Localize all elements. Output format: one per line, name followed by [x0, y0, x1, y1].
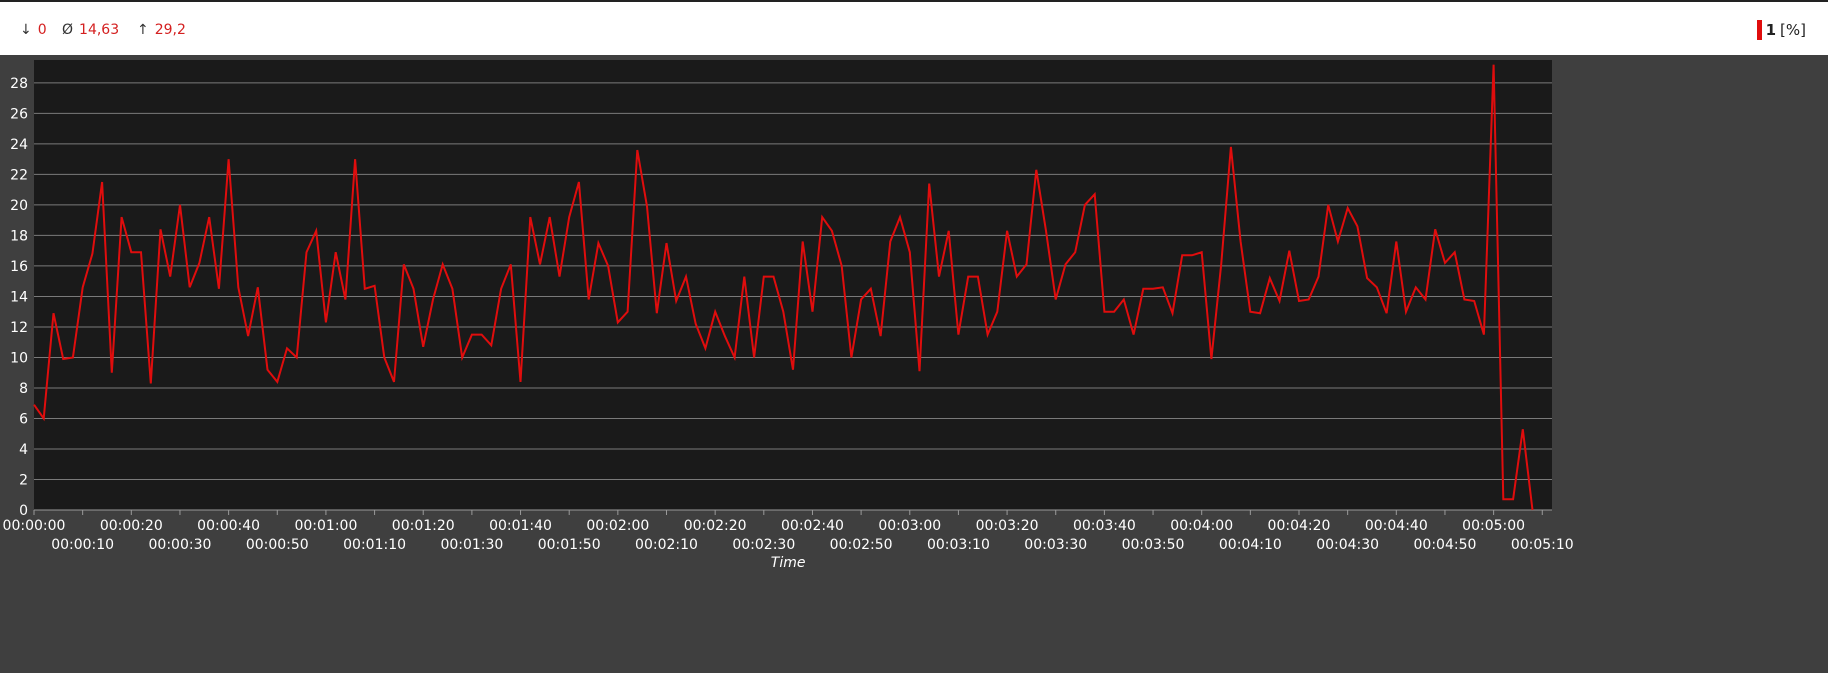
- x-tick-label: 00:00:50: [246, 537, 309, 553]
- x-tick-label: 00:00:10: [51, 537, 114, 553]
- y-tick-label: 18: [10, 228, 28, 244]
- x-tick-label: 00:01:30: [440, 537, 503, 553]
- legend-swatch: [1756, 20, 1762, 40]
- y-tick-label: 10: [10, 350, 28, 366]
- average-icon: Ø: [62, 22, 74, 38]
- y-tick-label: 12: [10, 320, 28, 336]
- x-tick-label: 00:03:30: [1024, 537, 1087, 553]
- line-chart[interactable]: 0246810121416182022242628 00:00:00 00:00:…: [0, 55, 1828, 673]
- plot-area: [34, 60, 1552, 510]
- x-tick-label: 00:02:30: [732, 537, 795, 553]
- x-tick-label: 00:03:40: [1073, 518, 1136, 534]
- x-tick-label: 00:00:20: [100, 518, 163, 534]
- x-tick-label: 00:02:40: [781, 518, 844, 534]
- x-tick-label: 00:01:40: [489, 518, 552, 534]
- y-tick-label: 20: [10, 198, 28, 214]
- x-tick-label: 00:03:00: [878, 518, 941, 534]
- avg-stat: Ø 14,63: [62, 22, 119, 38]
- x-tick-label: 00:04:00: [1170, 518, 1233, 534]
- y-tick-label: 22: [10, 167, 28, 183]
- y-tick-label: 2: [19, 472, 28, 488]
- x-tick-label: 00:05:10: [1511, 537, 1574, 553]
- max-value: 29,2: [154, 22, 186, 38]
- x-tick-label: 00:04:20: [1268, 518, 1331, 534]
- y-tick-label: 6: [19, 411, 28, 427]
- y-tick-label: 16: [10, 259, 28, 275]
- x-tick-label: 00:04:30: [1316, 537, 1379, 553]
- stats-bar: ↓ 0 Ø 14,63 ↑ 29,2 1 [%]: [0, 0, 1828, 55]
- y-tick-label: 28: [10, 76, 28, 92]
- x-tick-label: 00:04:40: [1365, 518, 1428, 534]
- x-axis: 00:00:00 00:00:20 00:00:40 00:01:00 00:01:20…: [3, 509, 1574, 553]
- x-tick-label: 00:02:10: [635, 537, 698, 553]
- avg-value: 14,63: [79, 22, 120, 38]
- min-value: 0: [37, 22, 47, 38]
- y-tick-label: 4: [19, 442, 28, 458]
- x-tick-label: 00:05:00: [1462, 518, 1525, 534]
- y-tick-label: 0: [19, 503, 28, 519]
- x-tick-label: 00:02:00: [586, 518, 649, 534]
- legend-unit: [%]: [1780, 21, 1806, 39]
- min-stat: ↓ 0: [20, 22, 47, 38]
- max-arrow-icon: ↑: [137, 22, 149, 38]
- y-tick-label: 26: [10, 106, 28, 122]
- x-axis-title: Time: [771, 555, 806, 571]
- x-tick-label: 00:01:20: [392, 518, 455, 534]
- x-tick-label: 00:00:30: [149, 537, 212, 553]
- legend[interactable]: 1 [%]: [1756, 20, 1806, 40]
- x-tick-label: 00:03:10: [927, 537, 990, 553]
- y-tick-label: 24: [10, 137, 28, 153]
- x-tick-label: 00:00:40: [197, 518, 260, 534]
- x-tick-label: 00:01:50: [538, 537, 601, 553]
- x-tick-label: 00:01:10: [343, 537, 406, 553]
- y-axis: 0246810121416182022242628: [10, 76, 28, 519]
- x-tick-label: 00:03:50: [1122, 537, 1185, 553]
- max-stat: ↑ 29,2: [137, 22, 186, 38]
- x-tick-label: 00:04:50: [1414, 537, 1477, 553]
- x-tick-label: 00:03:20: [976, 518, 1039, 534]
- y-tick-label: 8: [19, 381, 28, 397]
- x-tick-label: 00:02:20: [684, 518, 747, 534]
- y-tick-label: 14: [10, 289, 28, 305]
- min-arrow-icon: ↓: [20, 22, 32, 38]
- legend-series-name: 1: [1765, 21, 1777, 39]
- x-tick-label: 00:02:50: [830, 537, 893, 553]
- x-tick-label: 00:00:00: [3, 518, 66, 534]
- x-tick-label: 00:04:10: [1219, 537, 1282, 553]
- x-tick-label: 00:01:00: [294, 518, 357, 534]
